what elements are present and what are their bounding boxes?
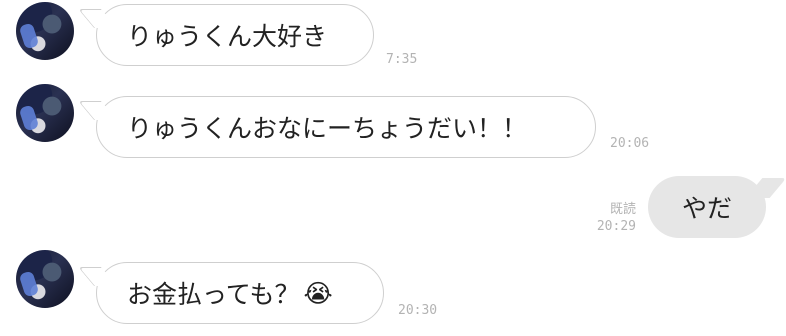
sender-avatar[interactable]	[16, 2, 74, 60]
message-text: りゅうくんおなにーちょうだい！！	[127, 114, 528, 143]
incoming-message-bubble[interactable]: りゅうくん大好き	[96, 4, 374, 66]
read-label: 既読	[609, 202, 636, 217]
sender-avatar[interactable]	[16, 250, 74, 308]
incoming-message-bubble[interactable]: りゅうくんおなにーちょうだい！！	[96, 96, 596, 158]
outgoing-message-bubble[interactable]: やだ	[648, 176, 766, 238]
message-timestamp: 7:35	[386, 52, 418, 67]
message-text: やだ	[681, 194, 732, 223]
sender-avatar[interactable]	[16, 84, 74, 142]
message-text: りゅうくん大好き	[127, 22, 328, 51]
message-timestamp: 20:29	[596, 219, 636, 234]
read-receipt: 既読 20:29	[588, 201, 636, 235]
message-text: お金払っても？	[127, 280, 300, 309]
message-timestamp: 20:06	[610, 136, 650, 151]
incoming-message-bubble[interactable]: お金払っても？ 😭	[96, 262, 384, 324]
message-timestamp: 20:30	[398, 303, 438, 318]
crying-face-icon: 😭	[303, 278, 333, 308]
